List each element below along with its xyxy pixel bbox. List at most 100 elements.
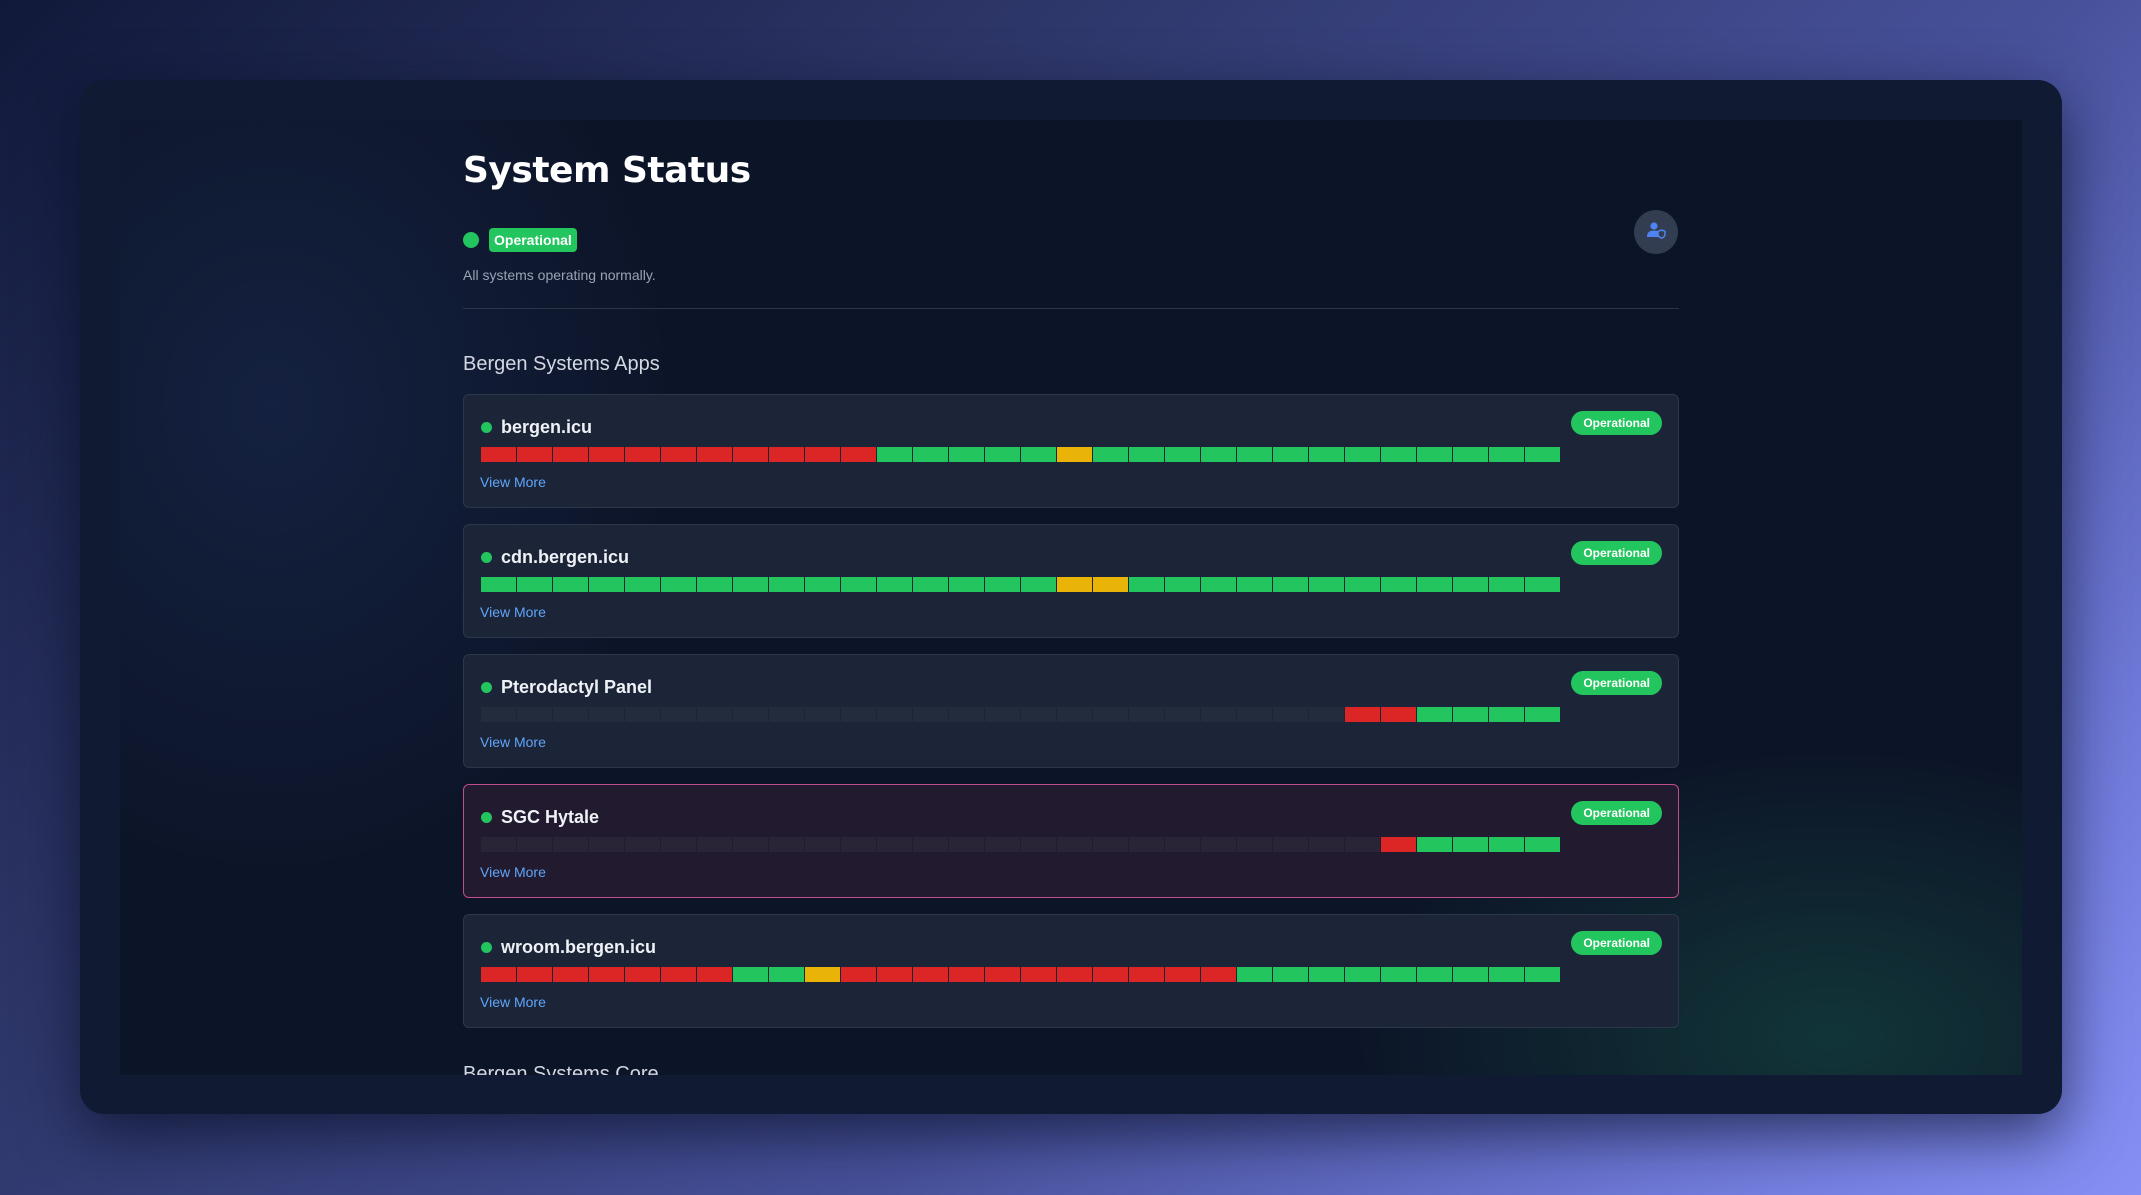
uptime-bar-green[interactable] <box>1165 577 1200 592</box>
uptime-bar-none[interactable] <box>1129 837 1164 852</box>
uptime-bar-none[interactable] <box>517 837 552 852</box>
uptime-bar-green[interactable] <box>1345 967 1380 982</box>
uptime-bar-none[interactable] <box>805 837 840 852</box>
uptime-bar-green[interactable] <box>1381 577 1416 592</box>
uptime-bar-green[interactable] <box>481 577 516 592</box>
uptime-bar-red[interactable] <box>805 447 840 462</box>
uptime-bar-green[interactable] <box>625 577 660 592</box>
uptime-bar-green[interactable] <box>1489 577 1524 592</box>
uptime-bar-none[interactable] <box>913 837 948 852</box>
uptime-bar-green[interactable] <box>1381 447 1416 462</box>
uptime-bar-green[interactable] <box>697 577 732 592</box>
uptime-bar-green[interactable] <box>1165 447 1200 462</box>
uptime-bar-green[interactable] <box>1273 447 1308 462</box>
uptime-bar-green[interactable] <box>985 447 1020 462</box>
uptime-bar-none[interactable] <box>1021 707 1056 722</box>
uptime-bar-green[interactable] <box>1453 447 1488 462</box>
uptime-bar-green[interactable] <box>769 967 804 982</box>
uptime-bar-red[interactable] <box>769 447 804 462</box>
uptime-bar-green[interactable] <box>1237 447 1272 462</box>
service-card-highlighted[interactable]: SGC Hytale Operational View More <box>463 784 1679 898</box>
uptime-bar-none[interactable] <box>1129 707 1164 722</box>
uptime-bar-green[interactable] <box>1417 967 1452 982</box>
uptime-bar-green[interactable] <box>1453 837 1488 852</box>
uptime-bar-red[interactable] <box>913 967 948 982</box>
uptime-bar-red[interactable] <box>625 967 660 982</box>
uptime-bar-none[interactable] <box>985 837 1020 852</box>
uptime-bar-none[interactable] <box>589 837 624 852</box>
uptime-bar-red[interactable] <box>1021 967 1056 982</box>
profile-button[interactable] <box>1634 210 1678 254</box>
uptime-bar-green[interactable] <box>589 577 624 592</box>
uptime-bar-yellow[interactable] <box>1093 577 1128 592</box>
uptime-bar-red[interactable] <box>1345 707 1380 722</box>
uptime-bar-none[interactable] <box>733 707 768 722</box>
uptime-bar-none[interactable] <box>1201 707 1236 722</box>
uptime-bar-red[interactable] <box>1381 837 1416 852</box>
uptime-bar-none[interactable] <box>481 837 516 852</box>
uptime-bar-green[interactable] <box>733 577 768 592</box>
uptime-bar-none[interactable] <box>1093 707 1128 722</box>
uptime-bar-green[interactable] <box>1453 577 1488 592</box>
uptime-bar-green[interactable] <box>1345 447 1380 462</box>
uptime-bar-green[interactable] <box>1237 967 1272 982</box>
uptime-bar-red[interactable] <box>661 447 696 462</box>
uptime-bar-green[interactable] <box>733 967 768 982</box>
uptime-bar-none[interactable] <box>805 707 840 722</box>
uptime-bar-green[interactable] <box>661 577 696 592</box>
uptime-bar-yellow[interactable] <box>805 967 840 982</box>
uptime-bar-green[interactable] <box>1237 577 1272 592</box>
uptime-bar-none[interactable] <box>661 707 696 722</box>
uptime-bar-green[interactable] <box>1453 967 1488 982</box>
uptime-bar-green[interactable] <box>1453 707 1488 722</box>
uptime-bar-green[interactable] <box>1525 447 1560 462</box>
uptime-bar-green[interactable] <box>985 577 1020 592</box>
uptime-bar-none[interactable] <box>1201 837 1236 852</box>
uptime-bar-red[interactable] <box>697 447 732 462</box>
uptime-bar-green[interactable] <box>1525 707 1560 722</box>
uptime-bar-none[interactable] <box>769 707 804 722</box>
uptime-bar-green[interactable] <box>769 577 804 592</box>
uptime-bar-green[interactable] <box>1417 707 1452 722</box>
uptime-bar-none[interactable] <box>1273 837 1308 852</box>
uptime-bar-none[interactable] <box>1237 837 1272 852</box>
uptime-bar-red[interactable] <box>949 967 984 982</box>
uptime-bar-none[interactable] <box>769 837 804 852</box>
uptime-bar-red[interactable] <box>589 447 624 462</box>
uptime-bar-none[interactable] <box>877 837 912 852</box>
view-more-link[interactable]: View More <box>480 474 546 490</box>
uptime-bar-red[interactable] <box>481 447 516 462</box>
uptime-bar-green[interactable] <box>1489 837 1524 852</box>
uptime-bar-green[interactable] <box>1381 967 1416 982</box>
uptime-bar-red[interactable] <box>553 447 588 462</box>
uptime-bar-none[interactable] <box>1057 707 1092 722</box>
uptime-bar-green[interactable] <box>1021 577 1056 592</box>
uptime-bar-red[interactable] <box>1381 707 1416 722</box>
uptime-bar-yellow[interactable] <box>1057 447 1092 462</box>
uptime-bar-green[interactable] <box>1525 577 1560 592</box>
uptime-bar-none[interactable] <box>661 837 696 852</box>
view-more-link[interactable]: View More <box>480 864 546 880</box>
uptime-bar-green[interactable] <box>913 447 948 462</box>
uptime-bar-none[interactable] <box>1237 707 1272 722</box>
uptime-bar-green[interactable] <box>877 577 912 592</box>
uptime-bar-green[interactable] <box>1129 447 1164 462</box>
uptime-bar-red[interactable] <box>1165 967 1200 982</box>
uptime-bar-green[interactable] <box>1345 577 1380 592</box>
uptime-bar-green[interactable] <box>1273 577 1308 592</box>
uptime-bar-red[interactable] <box>877 967 912 982</box>
view-more-link[interactable]: View More <box>480 994 546 1010</box>
uptime-bar-green[interactable] <box>877 447 912 462</box>
uptime-bar-none[interactable] <box>1309 837 1344 852</box>
uptime-bar-red[interactable] <box>553 967 588 982</box>
uptime-bar-green[interactable] <box>1525 837 1560 852</box>
uptime-bar-none[interactable] <box>589 707 624 722</box>
uptime-bar-none[interactable] <box>1093 837 1128 852</box>
uptime-bar-none[interactable] <box>949 837 984 852</box>
uptime-bar-none[interactable] <box>877 707 912 722</box>
uptime-bar-green[interactable] <box>1417 577 1452 592</box>
uptime-bar-red[interactable] <box>1093 967 1128 982</box>
uptime-bar-red[interactable] <box>661 967 696 982</box>
uptime-bar-red[interactable] <box>841 447 876 462</box>
uptime-bar-green[interactable] <box>841 577 876 592</box>
